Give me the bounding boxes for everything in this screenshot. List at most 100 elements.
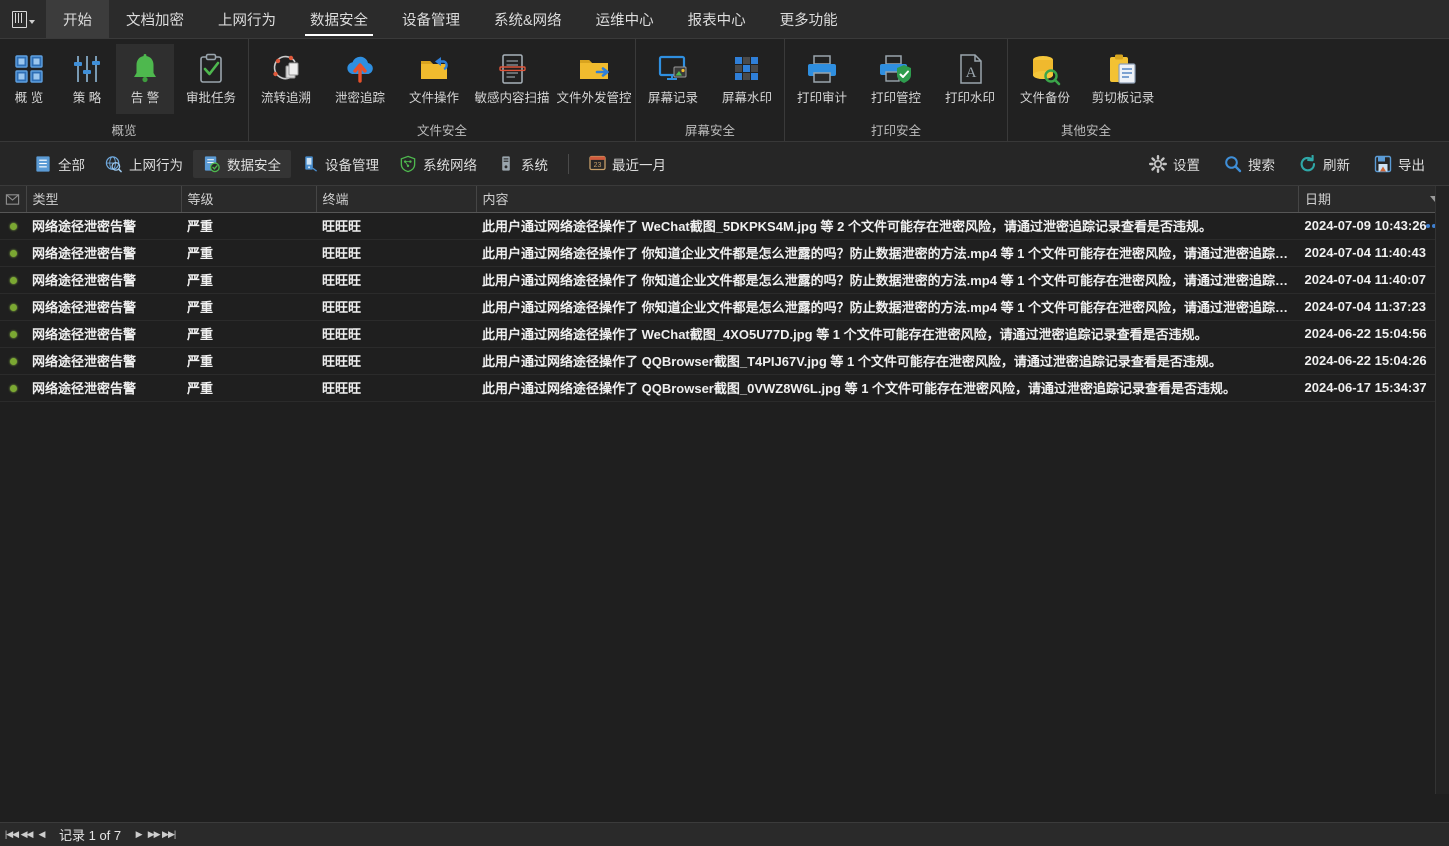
action-export[interactable]: 导出 (1364, 150, 1435, 178)
ribbon-button-label: 文件外发管控 (556, 91, 632, 105)
cloud-upload-icon (343, 50, 377, 88)
sliders-icon (70, 50, 104, 88)
header-content[interactable]: 内容 (476, 186, 1299, 213)
filter-tab-label: 数据安全 (227, 157, 281, 173)
action-gear[interactable]: 设置 (1139, 150, 1210, 178)
menu-item-4[interactable]: 数据安全 (293, 0, 385, 38)
header-type[interactable]: 类型 (26, 186, 182, 213)
app-menu-logo[interactable] (0, 0, 46, 38)
cell-content: 此用户通过网络途径操作了 QQBrowser截图_0VWZ8W6L.jpg 等 … (476, 374, 1299, 402)
menu-item-6[interactable]: 系统&网络 (477, 0, 579, 38)
document-scan-icon (495, 50, 529, 88)
menu-item-3[interactable]: 上网行为 (201, 0, 293, 38)
ribbon-button-printer-shield[interactable]: 打印管控 (859, 44, 933, 114)
ribbon-button-grid[interactable]: 概 览 (0, 44, 58, 114)
ribbon-button-label: 文件备份 (1019, 91, 1070, 105)
filter-toolbar: 全部 上网行为 数据安全 设备管理 系统网络 系统 23 最近一月 设置 搜索 … (0, 142, 1449, 186)
next-page-button[interactable]: ▶▶ (146, 825, 161, 845)
prev-record-button[interactable]: ◀ (34, 825, 49, 845)
filter-tab-1[interactable]: 全部 (24, 150, 95, 178)
first-record-button[interactable]: |◀◀ (4, 825, 19, 845)
filter-category-group: 全部 上网行为 数据安全 设备管理 系统网络 系统 (24, 149, 558, 178)
next-record-button[interactable]: ▶ (131, 825, 146, 845)
filter-tab-label: 上网行为 (129, 157, 183, 173)
ribbon-button-bell[interactable]: 告 警 (116, 44, 174, 114)
refresh-icon (1299, 154, 1317, 173)
header-select-all[interactable] (0, 186, 27, 213)
ribbon-button-db-backup[interactable]: 文件备份 (1008, 44, 1082, 114)
data-shield-icon (203, 155, 221, 173)
ribbon-button-clipboard-check[interactable]: 审批任务 (174, 44, 248, 114)
cell-level: 严重 (181, 266, 316, 294)
filter-date-range-label: 最近一月 (612, 157, 666, 173)
ribbon-button-sliders[interactable]: 策 略 (58, 44, 116, 114)
prev-page-button[interactable]: ◀◀ (19, 825, 34, 845)
action-refresh[interactable]: 刷新 (1289, 150, 1360, 178)
table-row[interactable]: 网络途径泄密告警 严重 旺旺旺 此用户通过网络途径操作了 你知道企业文件都是怎么泄露的… (0, 293, 1449, 321)
menu-item-8[interactable]: 报表中心 (671, 0, 763, 38)
cell-content: 此用户通过网络途径操作了 WeChat截图_5DKPKS4M.jpg 等 2 个… (476, 212, 1299, 240)
ribbon-button-monitor-record[interactable]: 屏幕记录 (636, 44, 710, 114)
filter-tab-3[interactable]: 数据安全 (193, 149, 291, 178)
action-label: 导出 (1398, 157, 1425, 173)
ribbon-button-document-scan[interactable]: 敏感内容扫描 (471, 44, 553, 114)
table-row[interactable]: 网络途径泄密告警 严重 旺旺旺 此用户通过网络途径操作了 你知道企业文件都是怎么泄露的… (0, 266, 1449, 294)
filter-tab-6[interactable]: 系统 (487, 150, 558, 178)
circulation-trace-icon (269, 50, 303, 88)
last-record-button[interactable]: ▶▶| (161, 825, 176, 845)
cell-type: 网络途径泄密告警 (26, 320, 181, 348)
unread-dot-icon (9, 385, 17, 392)
menu-item-2[interactable]: 文档加密 (109, 0, 201, 38)
ribbon-group-title: 屏幕安全 (684, 123, 735, 138)
filter-date-range[interactable]: 23 最近一月 (579, 150, 676, 178)
db-backup-icon (1028, 50, 1062, 88)
grid-icon (12, 50, 46, 88)
filter-tab-4[interactable]: 设备管理 (291, 150, 389, 178)
export-icon (1374, 155, 1392, 173)
unread-dot-icon (9, 331, 17, 338)
record-counter: 记录 1 of 7 (59, 828, 122, 843)
menu-item-7[interactable]: 运维中心 (579, 0, 671, 38)
header-level[interactable]: 等级 (181, 186, 317, 213)
table-row[interactable]: 网络途径泄密告警 严重 旺旺旺 此用户通过网络途径操作了 你知道企业文件都是怎么泄露的… (0, 239, 1449, 267)
cell-level: 严重 (181, 347, 316, 375)
cell-date-text: 2024-07-04 11:40:43 (1304, 245, 1426, 260)
table-row[interactable]: 网络途径泄密告警 严重 旺旺旺 此用户通过网络途径操作了 QQBrowser截图_0V… (0, 374, 1449, 402)
ribbon-group-items: 屏幕记录 屏幕水印 (636, 39, 784, 117)
header-date[interactable]: 日期 (1298, 186, 1449, 213)
ribbon-group-items: 流转追溯 泄密追踪 文件操作 敏感内容扫描 文件外发管控 (249, 39, 635, 117)
row-status-indicator (0, 374, 26, 402)
ribbon-button-circulation-trace[interactable]: 流转追溯 (249, 44, 323, 114)
ribbon-button-label: 文件操作 (408, 91, 459, 105)
ribbon-button-clipboard-list[interactable]: 剪切板记录 (1082, 44, 1164, 114)
cell-content: 此用户通过网络途径操作了 你知道企业文件都是怎么泄露的吗？防止数据泄密的方法.m… (476, 266, 1299, 294)
ribbon-button-label: 打印审计 (796, 91, 847, 105)
clipboard-check-icon (194, 50, 228, 88)
ribbon-group-5: 文件备份 剪切板记录 其他安全 (1007, 39, 1164, 141)
ribbon-button-folder-back[interactable]: 文件操作 (397, 44, 471, 114)
ribbon-button-folder-send[interactable]: 文件外发管控 (553, 44, 635, 114)
list-all-icon (34, 155, 52, 173)
ribbon-group-1: 概 览 策 略 告 警 审批任务 概览 (0, 39, 248, 141)
header-terminal[interactable]: 终端 (316, 186, 477, 213)
filter-tab-2[interactable]: 上网行为 (95, 150, 193, 178)
table-row[interactable]: 网络途径泄密告警 严重 旺旺旺 此用户通过网络途径操作了 WeChat截图_5DKPK… (0, 212, 1449, 240)
ribbon-button-cloud-upload[interactable]: 泄密追踪 (323, 44, 397, 114)
ribbon-group-3: 屏幕记录 屏幕水印屏幕安全 (635, 39, 784, 141)
menu-item-5[interactable]: 设备管理 (385, 0, 477, 38)
table-row[interactable]: 网络途径泄密告警 严重 旺旺旺 此用户通过网络途径操作了 QQBrowser截图_T4… (0, 347, 1449, 375)
menu-item-1[interactable]: 开始 (46, 0, 109, 38)
ribbon-button-print-watermark[interactable]: A 打印水印 (933, 44, 1007, 114)
table-row[interactable]: 网络途径泄密告警 严重 旺旺旺 此用户通过网络途径操作了 WeChat截图_4XO5U… (0, 320, 1449, 348)
action-search[interactable]: 搜索 (1214, 150, 1285, 178)
vertical-scrollbar[interactable] (1435, 186, 1449, 794)
ribbon-button-label: 屏幕记录 (647, 91, 698, 105)
filter-actions-group: 设置 搜索 刷新 导出 (1139, 150, 1435, 178)
globe-search-icon (105, 155, 123, 173)
unread-dot-icon (9, 250, 17, 257)
menu-item-9[interactable]: 更多功能 (763, 0, 855, 38)
filter-tab-5[interactable]: 系统网络 (389, 150, 487, 178)
ribbon-button-screen-watermark[interactable]: 屏幕水印 (710, 44, 784, 114)
ribbon-button-label: 策 略 (72, 91, 102, 105)
ribbon-button-printer-audit[interactable]: 打印审计 (785, 44, 859, 114)
